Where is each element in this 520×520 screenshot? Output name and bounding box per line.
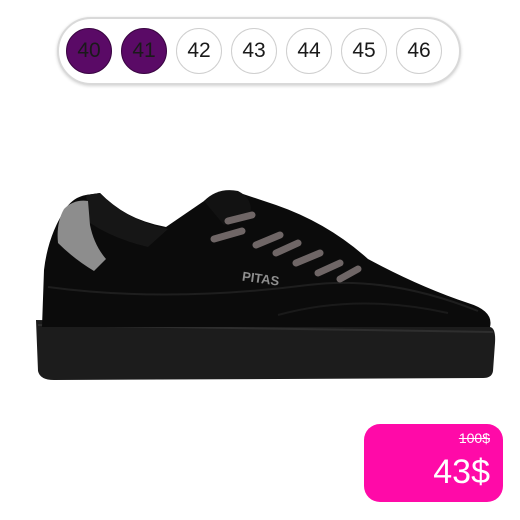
current-price: 43$: [433, 453, 490, 491]
size-option-45[interactable]: 45: [341, 28, 387, 74]
size-option-42[interactable]: 42: [176, 28, 222, 74]
size-option-44[interactable]: 44: [286, 28, 332, 74]
size-option-41[interactable]: 41: [121, 28, 167, 74]
sneaker-image: PITAS: [36, 190, 496, 380]
size-option-40[interactable]: 40: [66, 28, 112, 74]
size-selector: 40 41 42 43 44 45 46: [57, 17, 461, 85]
size-option-43[interactable]: 43: [231, 28, 277, 74]
old-price: 100$: [458, 430, 490, 446]
size-option-46[interactable]: 46: [396, 28, 442, 74]
product-card: 40 41 42 43 44 45 46 PITAS 100$ 43$: [0, 0, 520, 520]
price-tag: 100$ 43$: [364, 424, 503, 502]
